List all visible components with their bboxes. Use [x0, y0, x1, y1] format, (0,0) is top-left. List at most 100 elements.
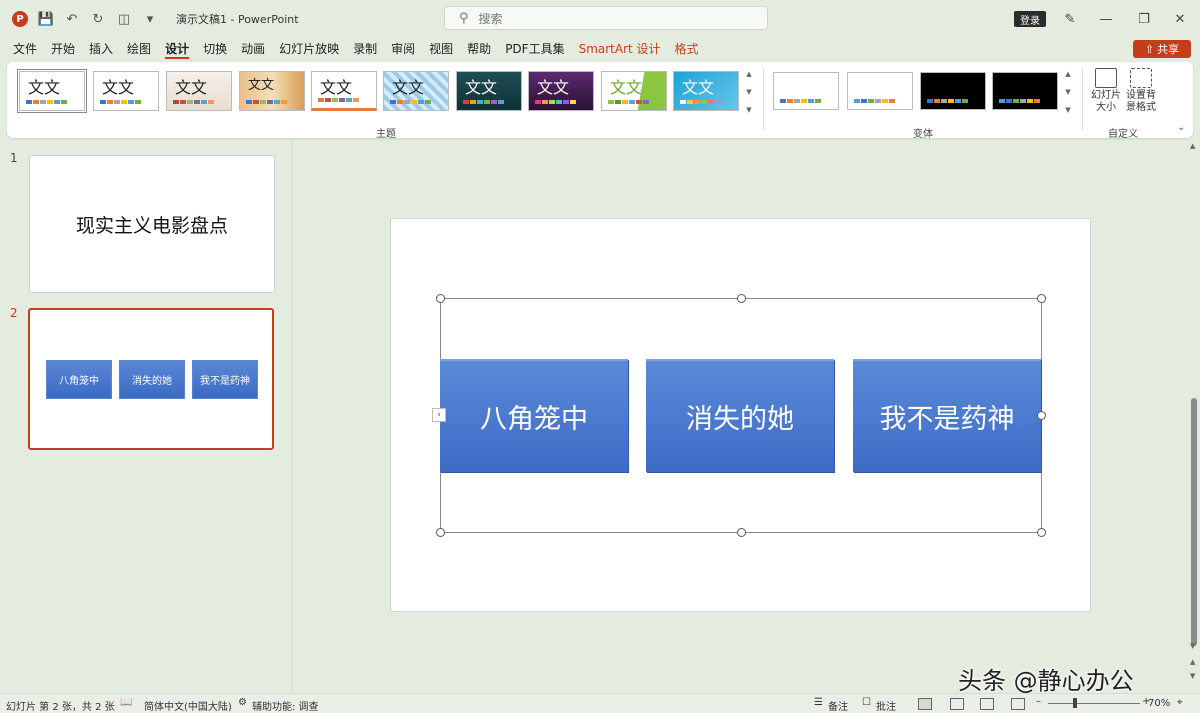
- variant-3[interactable]: [920, 72, 986, 110]
- scroll-up-icon[interactable]: ▲: [1065, 70, 1070, 78]
- scroll-up-icon[interactable]: ▲: [1190, 142, 1195, 150]
- spellcheck-icon[interactable]: 📖: [120, 697, 132, 708]
- format-background-button[interactable]: 设置背景格式: [1124, 68, 1158, 114]
- vertical-scrollbar[interactable]: ▲ ▼ ▲ ▼: [1188, 140, 1200, 693]
- variants-scroll[interactable]: ▲ ▼ ▼: [1063, 70, 1073, 114]
- tab-smartart-design[interactable]: SmartArt 设计: [572, 38, 668, 60]
- next-slide-icon[interactable]: ▼: [1190, 672, 1195, 680]
- thumbnail-box: 消失的她: [119, 360, 185, 399]
- resize-handle[interactable]: [436, 528, 445, 537]
- theme-9[interactable]: 文文: [601, 71, 667, 111]
- theme-5[interactable]: 文文: [311, 71, 377, 111]
- theme-4[interactable]: 文文: [239, 71, 305, 111]
- tab-transitions[interactable]: 切换: [196, 38, 234, 60]
- variant-1[interactable]: [773, 72, 839, 110]
- theme-office[interactable]: 文文: [17, 69, 87, 113]
- save-icon[interactable]: 💾: [36, 9, 56, 29]
- share-button[interactable]: ⇧ 共享: [1133, 40, 1191, 58]
- smartart-box[interactable]: 我不是药神: [853, 359, 1041, 472]
- slideshow-view-icon[interactable]: [1011, 698, 1025, 710]
- tab-pdf-tools[interactable]: PDF工具集: [498, 38, 571, 60]
- variant-2[interactable]: [847, 72, 913, 110]
- resize-handle[interactable]: [737, 294, 746, 303]
- collapse-ribbon-icon[interactable]: ⌄: [1177, 122, 1185, 133]
- tab-review[interactable]: 审阅: [384, 38, 422, 60]
- notes-icon[interactable]: ☰: [814, 697, 823, 708]
- search-icon: ⚲: [459, 10, 469, 26]
- scroll-up-icon[interactable]: ▲: [746, 70, 751, 78]
- zoom-slider[interactable]: [1048, 703, 1140, 704]
- theme-2[interactable]: 文文: [93, 71, 159, 111]
- tab-help[interactable]: 帮助: [460, 38, 498, 60]
- more-icon[interactable]: ▼: [1065, 106, 1070, 114]
- fit-to-window-icon[interactable]: ⌖: [1177, 697, 1183, 708]
- theme-10[interactable]: 文文: [673, 71, 739, 111]
- accessibility-status[interactable]: 辅助功能: 调查: [252, 698, 319, 713]
- previous-slide-icon[interactable]: ▲: [1190, 658, 1195, 666]
- zoom-slider-knob[interactable]: [1073, 698, 1077, 708]
- restore-icon[interactable]: ❐: [1132, 8, 1156, 30]
- scrollbar-thumb[interactable]: [1191, 398, 1197, 646]
- zoom-level[interactable]: 70%: [1148, 698, 1170, 709]
- watermark: 头条 @静心办公: [958, 667, 1134, 695]
- resize-handle[interactable]: [1037, 294, 1046, 303]
- close-icon[interactable]: ✕: [1168, 8, 1192, 30]
- scroll-down-icon[interactable]: ▼: [746, 88, 751, 96]
- tab-slideshow[interactable]: 幻灯片放映: [272, 38, 346, 60]
- tab-home[interactable]: 开始: [44, 38, 82, 60]
- slide-number: 1: [10, 151, 18, 165]
- redo-icon[interactable]: ↻: [88, 9, 108, 29]
- resize-handle[interactable]: [737, 528, 746, 537]
- themes-scroll[interactable]: ▲ ▼ ▼: [744, 70, 754, 114]
- theme-6[interactable]: 文文: [383, 71, 449, 111]
- tab-view[interactable]: 视图: [422, 38, 460, 60]
- slide-thumbnail-1[interactable]: 现实主义电影盘点: [29, 155, 275, 293]
- tab-format[interactable]: 格式: [668, 38, 706, 60]
- scroll-down-icon[interactable]: ▼: [1190, 642, 1195, 650]
- undo-icon[interactable]: ↶: [62, 9, 82, 29]
- language-status[interactable]: 简体中文(中国大陆): [144, 698, 232, 713]
- theme-7[interactable]: 文文: [456, 71, 522, 111]
- comments-button[interactable]: 批注: [876, 698, 896, 713]
- resize-handle[interactable]: [436, 294, 445, 303]
- tab-design[interactable]: 设计: [158, 38, 196, 60]
- login-button[interactable]: 登录: [1014, 11, 1046, 27]
- reading-view-icon[interactable]: [980, 698, 994, 710]
- share-label: 共享: [1157, 43, 1180, 56]
- share-icon: ⇧: [1144, 42, 1155, 56]
- notes-button[interactable]: 备注: [828, 698, 848, 713]
- theme-8[interactable]: 文文: [528, 71, 594, 111]
- comments-icon[interactable]: ☐: [862, 697, 871, 708]
- slide-thumbnail-2[interactable]: 八角笼中 消失的她 我不是药神: [28, 308, 274, 450]
- tab-insert[interactable]: 插入: [82, 38, 120, 60]
- more-icon[interactable]: ▼: [746, 106, 751, 114]
- resize-handle[interactable]: [1037, 528, 1046, 537]
- minimize-icon[interactable]: —: [1094, 8, 1118, 30]
- smartart-box[interactable]: 八角笼中: [440, 359, 628, 472]
- accessibility-icon[interactable]: ⚙: [238, 697, 247, 708]
- text-pane-toggle-icon[interactable]: ‹: [432, 408, 446, 422]
- presentation-icon[interactable]: ◫: [114, 9, 134, 29]
- slide-number: 2: [10, 306, 18, 320]
- tab-animations[interactable]: 动画: [234, 38, 272, 60]
- tab-draw[interactable]: 绘图: [120, 38, 158, 60]
- theme-3[interactable]: 文文: [166, 71, 232, 111]
- pen-icon[interactable]: ✎: [1058, 8, 1082, 30]
- smartart-box[interactable]: 消失的她: [646, 359, 834, 472]
- quick-access-toolbar: P 💾 ↶ ↻ ◫ ▾: [10, 9, 166, 29]
- search-placeholder: 搜索: [478, 11, 503, 26]
- slide-sorter-icon[interactable]: [950, 698, 964, 710]
- zoom-out-icon[interactable]: –: [1036, 696, 1041, 707]
- tab-file[interactable]: 文件: [6, 38, 44, 60]
- thumbnail-title: 现实主义电影盘点: [75, 215, 228, 237]
- tab-record[interactable]: 录制: [346, 38, 384, 60]
- variant-4[interactable]: [992, 72, 1058, 110]
- slide-size-button[interactable]: 幻灯片大小: [1089, 68, 1123, 114]
- resize-handle[interactable]: [1037, 411, 1046, 420]
- scroll-down-icon[interactable]: ▼: [1065, 88, 1070, 96]
- pane-splitter[interactable]: [292, 140, 293, 693]
- custom-group-label: 自定义: [1108, 129, 1138, 140]
- search-input[interactable]: ⚲ 搜索: [444, 6, 768, 30]
- customize-qat-icon[interactable]: ▾: [140, 9, 160, 29]
- normal-view-icon[interactable]: [918, 698, 932, 710]
